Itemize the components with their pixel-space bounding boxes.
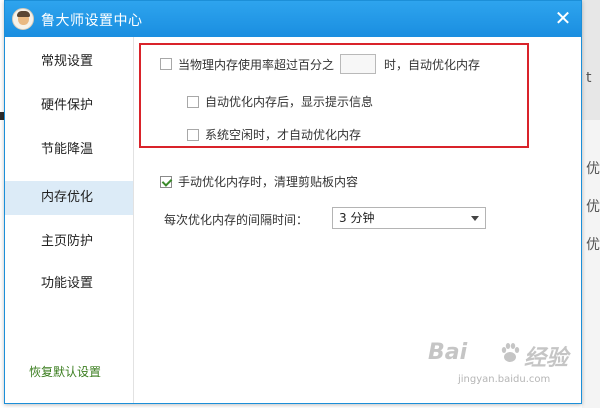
chevron-down-icon [471,216,479,221]
sidebar-item-features[interactable]: 功能设置 [5,267,133,301]
idle-checkbox[interactable] [187,128,199,141]
watermark-text-right: 经验 [524,346,569,371]
notify-row: 自动优化内存后，显示提示信息 [187,93,373,110]
sidebar-item-label: 内存优化 [41,190,94,205]
interval-label: 每次优化内存的间隔时间： [164,213,309,227]
threshold-row: 当物理内存使用率超过百分之 时，自动优化内存 [160,54,480,74]
sidebar-item-general[interactable]: 常规设置 [5,45,133,79]
title-bar: 鲁大师设置中心 ✕ [5,1,581,37]
sidebar-item-power[interactable]: 节能降温 [5,133,133,167]
sidebar-item-homepage[interactable]: 主页防护 [5,225,133,259]
baidu-jingyan-watermark: Bai 经验 jingyan.baidu.com [428,340,578,400]
clipboard-row: 手动优化内存时，清理剪贴板内容 [160,173,358,190]
threshold-suffix-label: 时，自动优化内存 [384,57,481,72]
sidebar-item-label: 节能降温 [41,142,94,157]
sidebar-item-label: 常规设置 [41,54,94,69]
close-button[interactable]: ✕ [549,5,577,31]
close-icon: ✕ [554,6,572,30]
window-title: 鲁大师设置中心 [41,13,143,29]
interval-row: 每次优化内存的间隔时间： [164,211,308,228]
baidu-paw-icon [501,343,520,362]
background-window-top [582,0,600,120]
interval-select[interactable]: 3 分钟 [332,207,486,229]
notify-label: 自动优化内存后，显示提示信息 [205,95,374,109]
sidebar-item-label: 主页防护 [41,234,94,249]
clipboard-label: 手动优化内存时，清理剪贴板内容 [178,175,359,189]
idle-row: 系统空闲时，才自动优化内存 [187,126,361,143]
clipboard-checkbox[interactable] [160,175,172,188]
restore-defaults-link[interactable]: 恢复默认设置 [29,363,101,380]
background-text-3: 优 [586,199,600,215]
threshold-prefix-label: 当物理内存使用率超过百分之 [178,57,335,72]
threshold-percent-input[interactable] [340,54,377,74]
sidebar: 常规设置 硬件保护 节能降温 内存优化 主页防护 功能设置 恢复默认设置 [5,37,134,403]
ludashi-logo-icon [12,8,34,30]
sidebar-item-hardware[interactable]: 硬件保护 [5,89,133,123]
background-text-2: 优 [586,161,600,177]
watermark-text-left: Bai [428,340,468,365]
background-text-1: t [586,70,592,86]
notify-checkbox[interactable] [187,95,199,108]
sidebar-item-memory[interactable]: 内存优化 [5,181,133,215]
sidebar-item-label: 硬件保护 [41,98,94,113]
threshold-checkbox[interactable] [160,58,172,70]
idle-label: 系统空闲时，才自动优化内存 [205,128,362,142]
interval-value: 3 分钟 [339,211,375,225]
watermark-url: jingyan.baidu.com [458,374,551,385]
sidebar-item-label: 功能设置 [41,276,94,291]
background-text-4: 优 [586,237,600,253]
